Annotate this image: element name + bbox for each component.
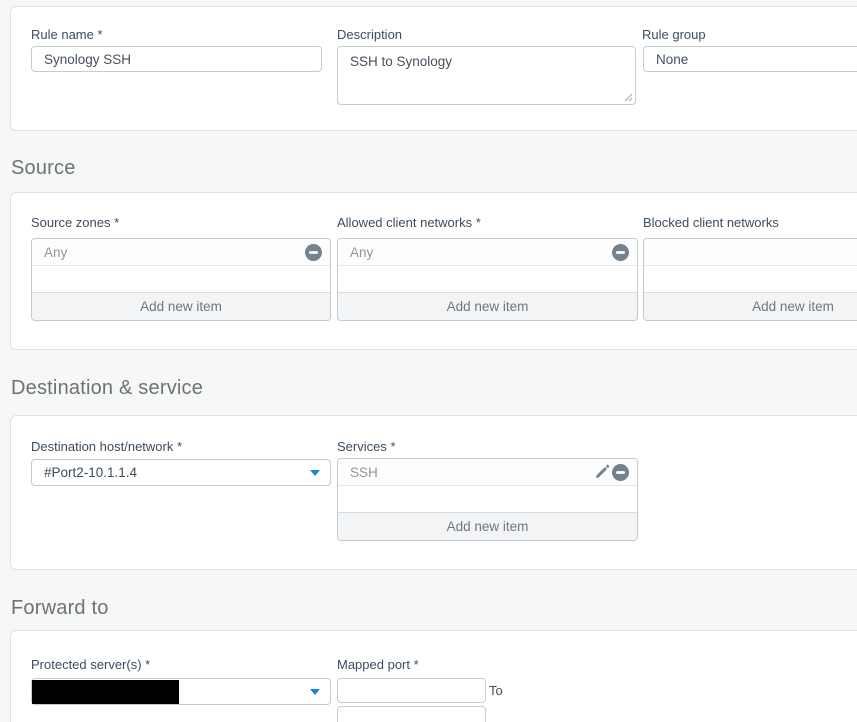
remove-item-button[interactable] [304,243,323,262]
edit-item-button[interactable] [592,463,611,482]
add-new-item-button[interactable]: Add new item [338,292,637,320]
source-card: Source zones * Allowed client networks *… [10,192,857,350]
list-item-label: Any [350,244,374,260]
blocked-networks-listbox: Add new item [643,238,857,321]
rule-name-label: Rule name * [31,27,103,42]
protected-servers-label: Protected server(s) * [31,657,151,672]
list-item-label: SSH [350,464,378,480]
protected-servers-select[interactable] [31,678,331,705]
source-section-heading: Source [11,157,76,179]
select-value: #Port2-10.1.1.4 [44,465,138,480]
basic-info-card: Rule name * Description SSH to Synology … [10,6,857,131]
list-item-label: Any [44,244,68,260]
redacted-value [32,680,179,704]
rule-group-label: Rule group [642,27,706,42]
to-label: To [489,683,503,698]
pencil-icon [595,464,609,478]
forward-section-heading: Forward to [11,597,109,619]
list-item: SSH [338,459,637,486]
remove-item-button[interactable] [611,243,630,262]
destination-card: Destination host/network * #Port2-10.1.1… [10,415,857,570]
mapped-port-start-input[interactable] [337,678,486,703]
remove-item-button[interactable] [611,463,630,482]
rule-name-input[interactable] [31,46,322,72]
minus-circle-icon [305,243,322,261]
add-new-item-button[interactable]: Add new item [338,512,637,540]
add-new-item-button[interactable]: Add new item [644,292,857,320]
destination-host-select[interactable]: #Port2-10.1.1.4 [31,459,331,486]
add-new-item-button[interactable]: Add new item [32,292,330,320]
services-listbox: SSH Add new item [337,458,638,541]
destination-host-label: Destination host/network * [31,439,183,454]
chevron-down-icon [310,688,320,695]
list-item: Any [32,239,330,266]
nat-rule-form: Rule name * Description SSH to Synology … [0,0,857,722]
allowed-networks-label: Allowed client networks * [337,215,481,230]
allowed-networks-listbox: Any Add new item [337,238,638,321]
destination-section-heading: Destination & service [11,377,204,399]
blocked-networks-label: Blocked client networks [643,215,779,230]
empty-list-row [644,239,857,266]
description-field-wrap: SSH to Synology [337,46,636,105]
source-zones-label: Source zones * [31,215,120,230]
mapped-port-end-input[interactable] [337,706,486,722]
list-item: Any [338,239,637,266]
chevron-down-icon [310,469,320,476]
mapped-port-label: Mapped port * [337,657,419,672]
source-zones-listbox: Any Add new item [31,238,331,321]
description-label: Description [337,27,403,42]
forward-card: Protected server(s) * Mapped port * To [10,630,857,722]
minus-circle-icon [612,243,629,261]
rule-group-input[interactable] [643,46,857,72]
services-label: Services * [337,439,396,454]
minus-circle-icon [612,463,629,481]
description-textarea[interactable]: SSH to Synology [337,46,636,105]
